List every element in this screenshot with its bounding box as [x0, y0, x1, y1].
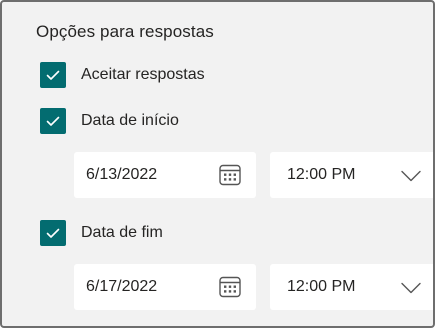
checkmark-icon	[46, 228, 60, 238]
start-date-value: 6/13/2022	[86, 166, 158, 183]
calendar-icon[interactable]	[219, 276, 241, 298]
start-date-checkbox[interactable]	[40, 108, 66, 134]
end-date-row[interactable]: Data de fim	[40, 220, 163, 246]
start-time-dropdown[interactable]: 12:00 PM	[270, 152, 433, 198]
end-date-value: 6/17/2022	[86, 278, 158, 295]
section-title: Opções para respostas	[36, 22, 214, 41]
end-date-checkbox[interactable]	[40, 220, 66, 246]
end-date-picker[interactable]: 6/17/2022	[74, 264, 256, 310]
checkmark-icon	[46, 70, 60, 80]
chevron-down-icon	[401, 170, 421, 182]
end-time-value: 12:00 PM	[287, 278, 356, 295]
accept-responses-row[interactable]: Aceitar respostas	[40, 62, 205, 88]
checkmark-icon	[46, 116, 60, 126]
start-date-row[interactable]: Data de início	[40, 108, 179, 134]
start-date-label: Data de início	[81, 112, 179, 129]
response-options-panel: Opções para respostas Aceitar respostas …	[0, 0, 435, 328]
end-date-label: Data de fim	[81, 224, 163, 241]
calendar-icon[interactable]	[219, 164, 241, 186]
start-time-value: 12:00 PM	[287, 166, 356, 183]
accept-responses-checkbox[interactable]	[40, 62, 66, 88]
start-date-picker[interactable]: 6/13/2022	[74, 152, 256, 198]
accept-responses-label: Aceitar respostas	[81, 66, 205, 83]
end-time-dropdown[interactable]: 12:00 PM	[270, 264, 433, 310]
chevron-down-icon	[401, 282, 421, 294]
